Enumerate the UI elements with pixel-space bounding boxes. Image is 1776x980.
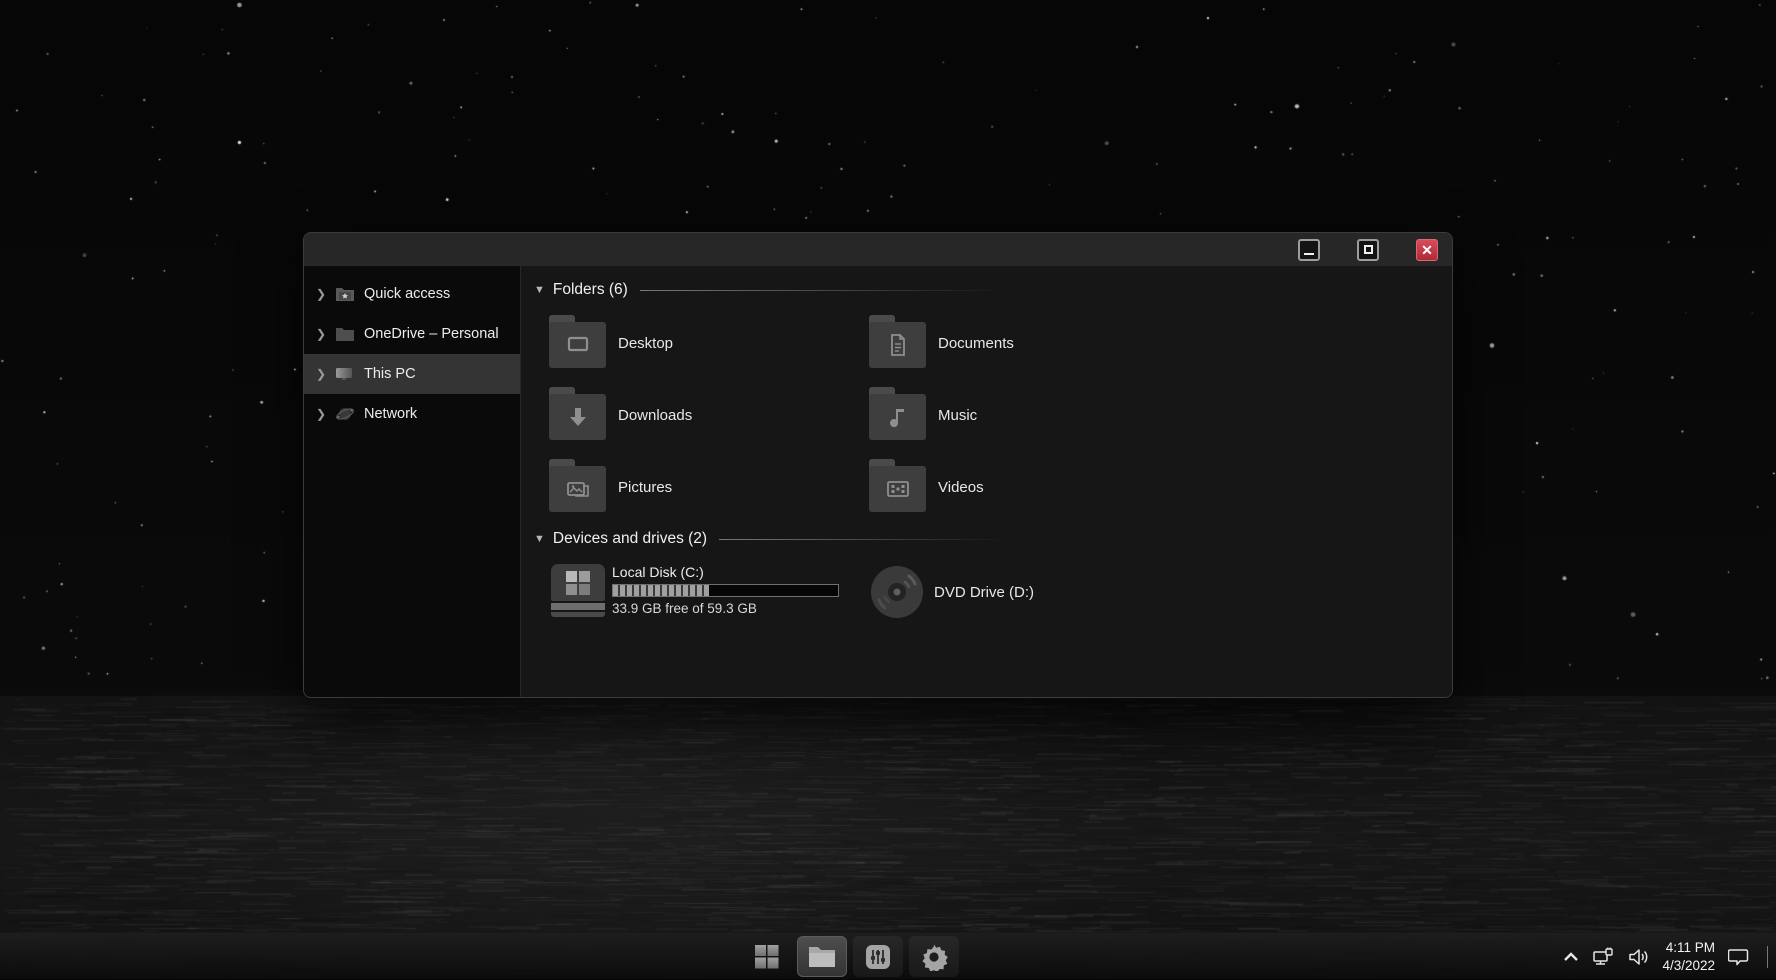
folder-tile-videos[interactable]: Videos xyxy=(869,460,1189,514)
taskbar-center-buttons xyxy=(741,936,959,977)
section-header-folders[interactable]: ▼ Folders (6) xyxy=(534,279,1006,301)
drives-grid: Local Disk (C:) 33.9 GB free of 59.3 GB xyxy=(549,564,1452,620)
section-divider xyxy=(640,290,1006,291)
disk-usage-bar xyxy=(612,584,839,597)
dvd-disc-icon xyxy=(869,564,925,620)
network-ethernet-icon[interactable] xyxy=(1592,947,1614,967)
network-globe-icon xyxy=(334,404,356,424)
section-divider xyxy=(719,539,1006,540)
sidebar-item-label: Network xyxy=(364,406,417,422)
folder-tile-music[interactable]: Music xyxy=(869,388,1189,442)
system-tray: 4:11 PM 4/3/2022 xyxy=(1563,933,1768,980)
music-folder-icon xyxy=(869,394,926,440)
chevron-right-icon[interactable]: ❯ xyxy=(316,407,326,421)
folders-grid: Desktop xyxy=(549,316,1452,514)
folder-tile-pictures[interactable]: Pictures xyxy=(549,460,869,514)
desktop-folder-icon xyxy=(549,322,606,368)
onedrive-folder-icon xyxy=(334,324,356,344)
close-icon: ✕ xyxy=(1421,243,1433,257)
pictures-folder-icon xyxy=(549,466,606,512)
sidebar-item-network[interactable]: ❯ Network xyxy=(304,394,520,434)
maximize-button[interactable] xyxy=(1357,239,1379,261)
start-button[interactable] xyxy=(741,936,791,977)
chevron-right-icon[interactable]: ❯ xyxy=(316,327,326,341)
tile-label: Desktop xyxy=(618,335,673,352)
tray-time: 4:11 PM xyxy=(1662,939,1715,957)
volume-speaker-icon[interactable] xyxy=(1627,947,1649,967)
section-title: Devices and drives (2) xyxy=(553,530,707,548)
tile-label: Pictures xyxy=(618,479,672,496)
tile-label: Downloads xyxy=(618,407,692,424)
tile-label: Videos xyxy=(938,479,984,496)
minimize-button[interactable] xyxy=(1298,239,1320,261)
documents-folder-icon xyxy=(869,322,926,368)
notifications-bubble-icon[interactable] xyxy=(1728,947,1750,967)
hidden-icons-chevron-icon[interactable] xyxy=(1563,951,1579,963)
sidebar-item-label: OneDrive – Personal xyxy=(364,326,499,342)
close-button[interactable]: ✕ xyxy=(1416,239,1438,261)
chevron-right-icon[interactable]: ❯ xyxy=(316,367,326,381)
mixer-sliders-icon xyxy=(864,943,892,971)
downloads-folder-icon xyxy=(549,394,606,440)
titlebar[interactable]: ✕ xyxy=(304,233,1452,266)
sidebar-item-label: Quick access xyxy=(364,286,450,302)
volume-mixer-button[interactable] xyxy=(853,936,903,977)
gear-icon xyxy=(920,943,948,971)
drive-tile-dvd[interactable]: DVD Drive (D:) xyxy=(869,564,1229,620)
quick-access-folder-icon xyxy=(334,284,356,304)
folder-tile-downloads[interactable]: Downloads xyxy=(549,388,869,442)
folder-content-pane: ▼ Folders (6) Desktop xyxy=(521,266,1452,697)
maximize-icon xyxy=(1364,245,1373,254)
settings-button[interactable] xyxy=(909,936,959,977)
sidebar-item-this-pc[interactable]: ❯ This PC xyxy=(304,354,520,394)
this-pc-monitor-icon xyxy=(334,364,356,384)
disk-usage-fill xyxy=(613,585,709,596)
chevron-down-icon[interactable]: ▼ xyxy=(534,284,545,296)
windows-logo-icon xyxy=(566,571,590,595)
sidebar-item-label: This PC xyxy=(364,366,416,382)
drive-label: Local Disk (C:) xyxy=(612,564,839,581)
section-title: Folders (6) xyxy=(553,281,628,299)
sidebar-item-onedrive[interactable]: ❯ OneDrive – Personal xyxy=(304,314,520,354)
taskbar: 4:11 PM 4/3/2022 xyxy=(0,932,1776,979)
hard-drive-icon xyxy=(549,564,607,617)
chevron-down-icon[interactable]: ▼ xyxy=(534,533,545,545)
sidebar-item-quick-access[interactable]: ❯ Quick access xyxy=(304,274,520,314)
file-explorer-window: ✕ ❯ Quick access ❯ xyxy=(303,232,1453,698)
folder-icon xyxy=(807,944,837,970)
folder-tile-desktop[interactable]: Desktop xyxy=(549,316,869,370)
tray-date: 4/3/2022 xyxy=(1662,957,1715,975)
tile-label: Documents xyxy=(938,335,1014,352)
taskbar-clock[interactable]: 4:11 PM 4/3/2022 xyxy=(1662,939,1715,975)
show-desktop-button[interactable] xyxy=(1767,946,1768,968)
disk-free-space-text: 33.9 GB free of 59.3 GB xyxy=(612,601,839,616)
windows-start-icon xyxy=(754,944,779,969)
drive-label: DVD Drive (D:) xyxy=(934,584,1034,601)
section-header-devices[interactable]: ▼ Devices and drives (2) xyxy=(534,528,1006,550)
file-explorer-taskbar-button[interactable] xyxy=(797,936,847,977)
drive-tile-local-disk[interactable]: Local Disk (C:) 33.9 GB free of 59.3 GB xyxy=(549,564,869,620)
folder-tile-documents[interactable]: Documents xyxy=(869,316,1189,370)
navigation-sidebar: ❯ Quick access ❯ OneDrive – P xyxy=(304,266,521,697)
videos-folder-icon xyxy=(869,466,926,512)
chevron-right-icon[interactable]: ❯ xyxy=(316,287,326,301)
tile-label: Music xyxy=(938,407,977,424)
minimize-icon xyxy=(1304,253,1314,255)
